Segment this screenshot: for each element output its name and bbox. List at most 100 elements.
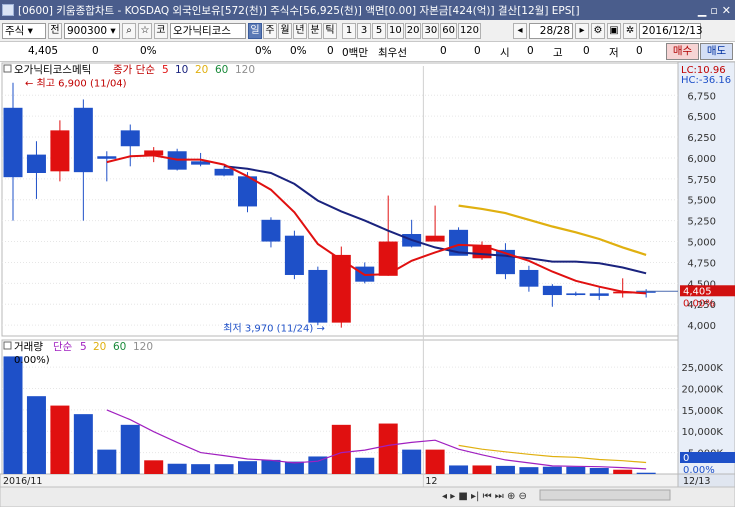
interval-button-3[interactable]: 3 [357, 22, 371, 39]
interval-button-60[interactable]: 60 [440, 22, 457, 39]
period-tab-3[interactable]: 년 [293, 22, 307, 39]
candle-body-24 [566, 293, 586, 296]
volume-ma-period-120: 120 [133, 341, 153, 353]
scroll-nav-icons: ◂ ▸ ■ ▸| ⏮ ⏭ ⊕ ⊖ [442, 491, 527, 502]
price-tick-11: 6,750 [687, 91, 716, 102]
price-change: 0 [92, 45, 99, 57]
price-tick-5: 5,250 [687, 217, 716, 228]
current-price: 4,405 [28, 45, 59, 57]
restore-icon[interactable]: ▫ [710, 4, 717, 17]
x-label-0: 2016/11 [3, 476, 42, 487]
volume-bar-7 [167, 463, 187, 474]
volume-bar-10 [238, 461, 257, 474]
candle-body-3 [73, 107, 93, 173]
candle-body-13 [308, 269, 328, 323]
candle-body-9 [214, 168, 234, 176]
volume-bar-18 [425, 449, 445, 474]
market-type-select[interactable]: 주식 ▾ [2, 22, 46, 39]
volume-bar-23 [542, 466, 562, 474]
close-icon[interactable]: ✕ [722, 4, 731, 17]
volume-tick-4: 25,000K [681, 363, 723, 374]
title-bar-icons: ▁ ▫ ✕ [698, 4, 735, 17]
interval-button-1[interactable]: 1 [342, 22, 356, 39]
sell-button[interactable]: 매도 [700, 43, 733, 60]
stock-code-input[interactable]: 900300 ▾ [64, 22, 120, 39]
price-ma-period-20: 20 [195, 64, 208, 76]
interval-buttons: 1 3 5 10 20 30 60 120 [342, 22, 482, 39]
interval-button-10[interactable]: 10 [387, 22, 404, 39]
interval-button-5[interactable]: 5 [372, 22, 386, 39]
gear-icon[interactable]: ✲ [623, 22, 638, 39]
volume-current-pct: 0.00% [683, 465, 715, 476]
buy-button[interactable]: 매수 [666, 43, 699, 60]
stock-code-value: 900300 [67, 24, 108, 37]
period-tab-1[interactable]: 주 [263, 22, 277, 39]
scroll-left-icon[interactable]: ◂ [513, 22, 528, 39]
interval-button-20[interactable]: 20 [404, 22, 422, 39]
volume-bar-6 [144, 460, 164, 474]
price-tick-4: 5,000 [687, 238, 716, 249]
title-bar: [0600] 키움종합차트 - KOSDAQ 외국인보유[572(천)] 주식수… [0, 0, 735, 20]
search-icon[interactable]: ⌕ [122, 22, 136, 39]
window-title: [0600] 키움종합차트 - KOSDAQ 외국인보유[572(천)] 주식수… [18, 4, 580, 17]
volume-bar-24 [566, 466, 586, 474]
x-label-1: 12 [425, 476, 437, 487]
high-annotation: ← 최고 6,900 (11/04) [25, 78, 127, 90]
interval-button-120[interactable]: 120 [457, 22, 482, 39]
info-field-5: 0 [327, 45, 334, 57]
candle-body-0 [3, 107, 23, 178]
price-tick-7: 5,750 [687, 175, 716, 186]
high-value: 0 [583, 45, 590, 57]
candle-body-22 [519, 269, 539, 287]
candle-body-4 [97, 156, 117, 159]
volume-bar-15 [355, 457, 375, 474]
period-tab-0[interactable]: 일 [248, 22, 262, 39]
volume-bar-8 [191, 464, 211, 474]
info-field-8: 0 [474, 45, 481, 57]
low-label: 저 [609, 47, 619, 59]
market-type-label: 주식 [5, 24, 25, 37]
stock-name-field[interactable]: 오가닉티코스 [170, 22, 246, 39]
toolbar: 주식 ▾ 전 900300 ▾ ⌕ ☆ 코 오가닉티코스 일주월년분틱 1351… [0, 20, 735, 42]
price-pane-title: 오가닉티코스메틱 [14, 64, 91, 76]
open-label: 시 [500, 47, 510, 59]
volume-bar-11 [261, 459, 281, 474]
open-value: 0 [527, 45, 534, 57]
period-tab-4[interactable]: 분 [308, 22, 322, 39]
candle-body-2 [50, 130, 70, 172]
price-ma-label: 종가 단순 [113, 64, 155, 76]
date-field[interactable]: 2016/12/13 [639, 22, 703, 39]
volume-bar-21 [495, 465, 515, 474]
save-icon[interactable]: ▣ [607, 22, 622, 39]
favorite-icon[interactable]: ☆ [138, 22, 152, 39]
period-tab-5[interactable]: 틱 [323, 22, 337, 39]
candle-body-25 [589, 293, 609, 296]
volume-bar-26 [613, 469, 633, 474]
volume-pane-toggle-icon [3, 341, 12, 350]
x-label-right: 12/13 [683, 476, 710, 487]
candle-body-1 [26, 154, 46, 173]
volume-bar-1 [26, 396, 46, 474]
price-tick-6: 5,500 [687, 196, 716, 207]
minimize-icon[interactable]: ▁ [698, 4, 706, 17]
stock-chart[interactable]: 4,0004,2504,5004,7505,0005,2505,5005,750… [0, 62, 735, 507]
quote-info-bar: 4,405 0 0% 0% 0% 0 0백만 최우선 0 0 시 0 고 0 저… [0, 42, 735, 62]
candle-body-23 [542, 285, 562, 296]
volume-bar-3 [73, 414, 93, 474]
low-annotation: 최저 3,970 (11/24) → [223, 323, 325, 335]
volume-current-tag: 0 [683, 453, 689, 464]
full-button[interactable]: 전 [48, 22, 62, 39]
price-ma-period-120: 120 [235, 64, 255, 76]
interval-button-30[interactable]: 30 [422, 22, 440, 39]
price-tick-10: 6,500 [687, 112, 716, 123]
price-tick-8: 6,000 [687, 154, 716, 165]
volume-bar-9 [214, 464, 234, 474]
period-tab-2[interactable]: 월 [278, 22, 292, 39]
volume-ma-period-60: 60 [113, 341, 126, 353]
x-axis-strip [0, 473, 679, 488]
volume-bar-14 [331, 424, 351, 474]
volume-ma-period-5: 5 [80, 341, 87, 353]
scroll-right-icon[interactable]: ▸ [575, 22, 590, 39]
page-indicator: 28/28 [529, 22, 574, 39]
settings-icon[interactable]: ⚙ [591, 22, 606, 39]
